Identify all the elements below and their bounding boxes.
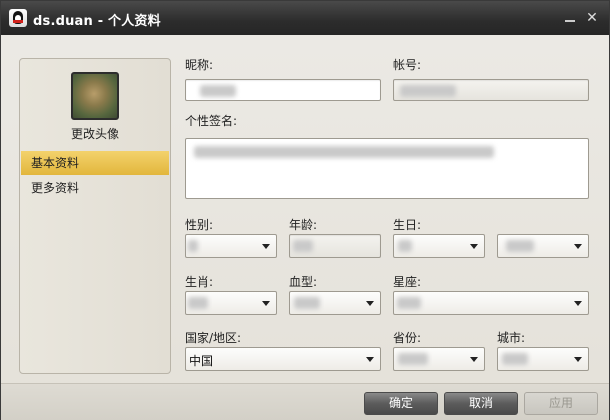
apply-button[interactable]: 应用 <box>524 392 598 415</box>
country-select[interactable]: 中国 <box>185 347 381 371</box>
birthday-day-select[interactable] <box>497 234 589 258</box>
redacted-text <box>188 297 208 309</box>
redacted-text <box>294 297 320 309</box>
blood-type-select[interactable] <box>289 291 381 315</box>
nickname-label: 昵称: <box>185 58 214 72</box>
minimize-button[interactable] <box>561 9 579 27</box>
birthday-month-select[interactable] <box>393 234 485 258</box>
zodiac-animal-select[interactable] <box>185 291 277 315</box>
chevron-down-icon <box>262 301 270 306</box>
birthday-label: 生日: <box>393 218 422 232</box>
country-value: 中国 <box>189 354 214 368</box>
redacted-text <box>188 240 198 252</box>
province-select[interactable] <box>393 347 485 371</box>
avatar[interactable] <box>71 72 119 120</box>
redacted-text <box>194 146 494 158</box>
chevron-down-icon <box>366 357 374 362</box>
minimize-icon <box>565 20 575 22</box>
chevron-down-icon <box>366 301 374 306</box>
redacted-text <box>400 85 456 97</box>
chevron-down-icon <box>574 244 582 249</box>
redacted-text <box>293 240 313 252</box>
redacted-text <box>200 85 236 97</box>
age-label: 年龄: <box>289 218 318 232</box>
title-bar: ds.duan - 个人资料 ✕ <box>1 1 609 35</box>
redacted-text <box>502 353 528 365</box>
chevron-down-icon <box>470 357 478 362</box>
age-field <box>289 234 381 258</box>
province-label: 省份: <box>393 331 422 345</box>
ok-button[interactable]: 确定 <box>364 392 438 415</box>
city-select[interactable] <box>497 347 589 371</box>
cancel-button[interactable]: 取消 <box>444 392 518 415</box>
signature-textarea[interactable] <box>185 138 589 199</box>
nickname-input[interactable] <box>185 79 381 101</box>
country-label: 国家/地区: <box>185 331 242 345</box>
gender-label: 性别: <box>185 218 214 232</box>
chevron-down-icon <box>262 244 270 249</box>
account-field <box>393 79 589 101</box>
redacted-text <box>398 240 412 252</box>
redacted-text <box>397 297 421 309</box>
constellation-select[interactable] <box>393 291 589 315</box>
chevron-down-icon <box>574 301 582 306</box>
gender-select[interactable] <box>185 234 277 258</box>
chevron-down-icon <box>470 244 478 249</box>
constellation-label: 星座: <box>393 275 422 289</box>
zodiac-animal-label: 生肖: <box>185 275 214 289</box>
redacted-text <box>398 353 428 365</box>
redacted-text <box>506 240 534 252</box>
profile-window: ds.duan - 个人资料 ✕ 更改头像 基本资料 更多资料 昵称: 帐号: … <box>0 0 610 420</box>
sidebar: 更改头像 基本资料 更多资料 <box>19 58 171 374</box>
chevron-down-icon <box>574 357 582 362</box>
blood-type-label: 血型: <box>289 275 318 289</box>
change-avatar-link[interactable]: 更改头像 <box>20 125 170 142</box>
sidebar-item-basic-info[interactable]: 基本资料 <box>21 151 169 175</box>
sidebar-item-more-info[interactable]: 更多资料 <box>21 176 169 200</box>
button-bar: 确定 取消 应用 <box>1 383 609 420</box>
close-button[interactable]: ✕ <box>583 9 601 27</box>
window-title: ds.duan - 个人资料 <box>33 14 161 29</box>
signature-label: 个性签名: <box>185 114 238 128</box>
city-label: 城市: <box>497 331 526 345</box>
close-icon: ✕ <box>586 10 598 26</box>
qq-penguin-icon <box>9 9 27 27</box>
account-label: 帐号: <box>393 58 422 72</box>
